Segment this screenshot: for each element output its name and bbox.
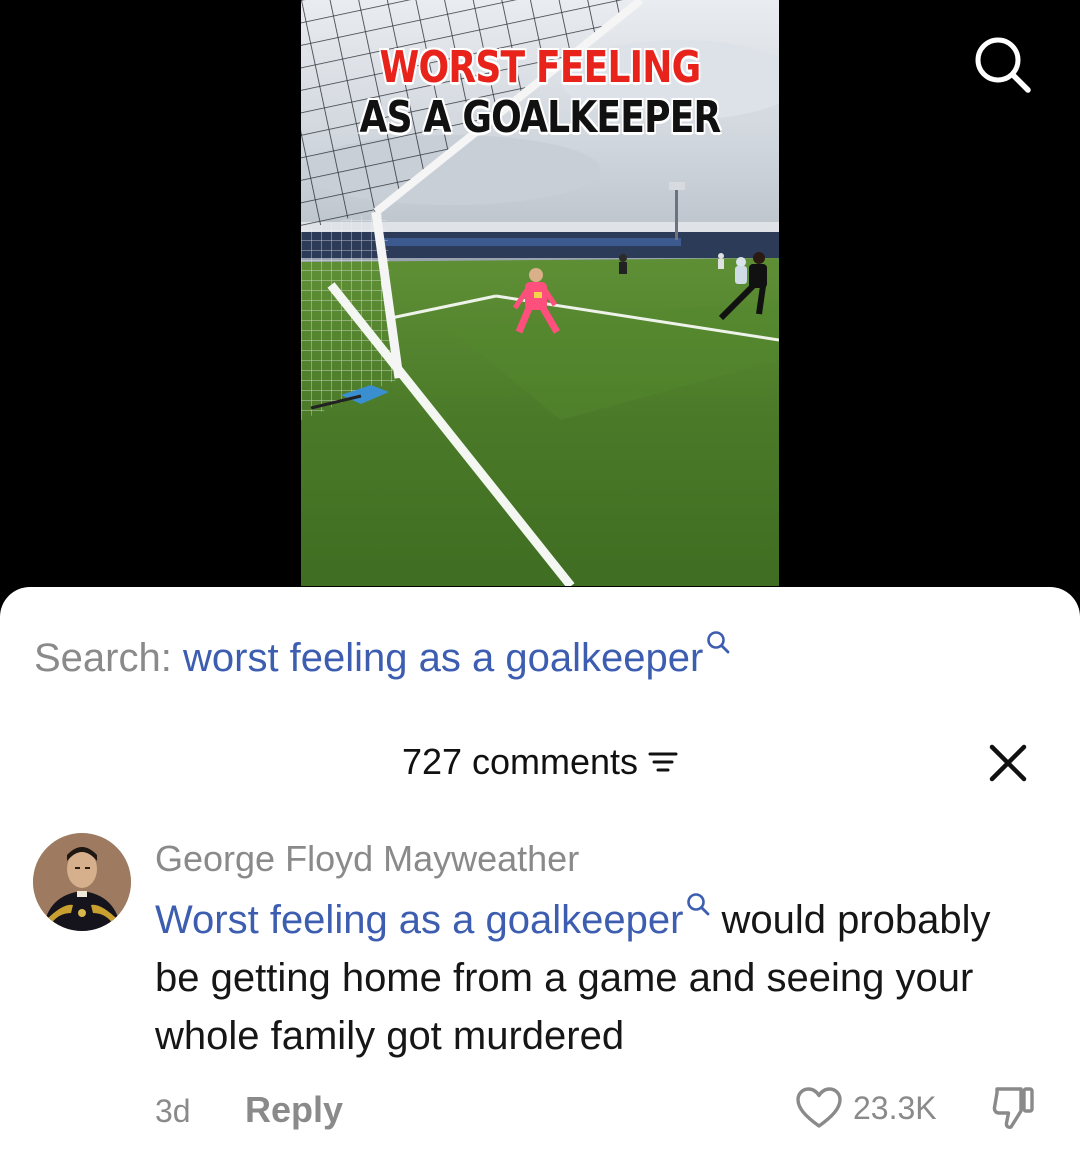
avatar-image — [33, 833, 131, 931]
reply-button[interactable]: Reply — [245, 1089, 343, 1131]
search-suggestion-link[interactable]: worst feeling as a goalkeeper — [182, 631, 731, 680]
video-player[interactable]: WORST FEELING AS A GOALKEEPER — [0, 0, 1080, 600]
search-icon — [687, 893, 710, 916]
comment-username[interactable]: George Floyd Mayweather — [155, 838, 579, 880]
comment-count: 727 comments — [401, 741, 639, 782]
comment-search-link-text: Worst feeling as a goalkeeper — [155, 898, 684, 942]
heart-icon — [796, 1087, 842, 1128]
avatar[interactable] — [33, 833, 131, 931]
sort-comments-button[interactable]: 727 comments — [402, 741, 678, 783]
comment-search-link[interactable]: Worst feeling as a goalkeeper — [155, 893, 721, 942]
like-count: 23.3K — [853, 1089, 937, 1126]
search-icon — [707, 631, 730, 654]
sort-icon — [648, 752, 678, 772]
comments-header: 727 comments — [0, 737, 1080, 787]
close-button[interactable] — [986, 741, 1030, 785]
close-icon — [989, 744, 1027, 782]
comments-sheet: Search: worst feeling as a goalkeeper 72… — [0, 587, 1080, 1155]
comment-text: Worst feeling as a goalkeeper would prob… — [155, 891, 1035, 1065]
search-suggestion-prefix: Search: — [34, 636, 172, 680]
search-icon — [975, 37, 1031, 93]
thumbs-down-icon — [992, 1087, 1034, 1129]
like-button[interactable]: 23.3K — [795, 1083, 937, 1133]
search-suggestion-query: worst feeling as a goalkeeper — [182, 636, 704, 680]
video-frame[interactable]: WORST FEELING AS A GOALKEEPER — [301, 0, 779, 586]
comment-timestamp: 3d — [155, 1093, 191, 1129]
search-suggestion[interactable]: Search: worst feeling as a goalkeeper — [34, 629, 731, 681]
comment-meta: 3d Reply 23.3K — [155, 1087, 1035, 1133]
video-title-line-1: WORST FEELING — [379, 42, 702, 93]
dislike-button[interactable] — [989, 1083, 1037, 1133]
video-title-line-2: AS A GOALKEEPER — [359, 92, 721, 143]
search-button[interactable] — [968, 30, 1034, 96]
